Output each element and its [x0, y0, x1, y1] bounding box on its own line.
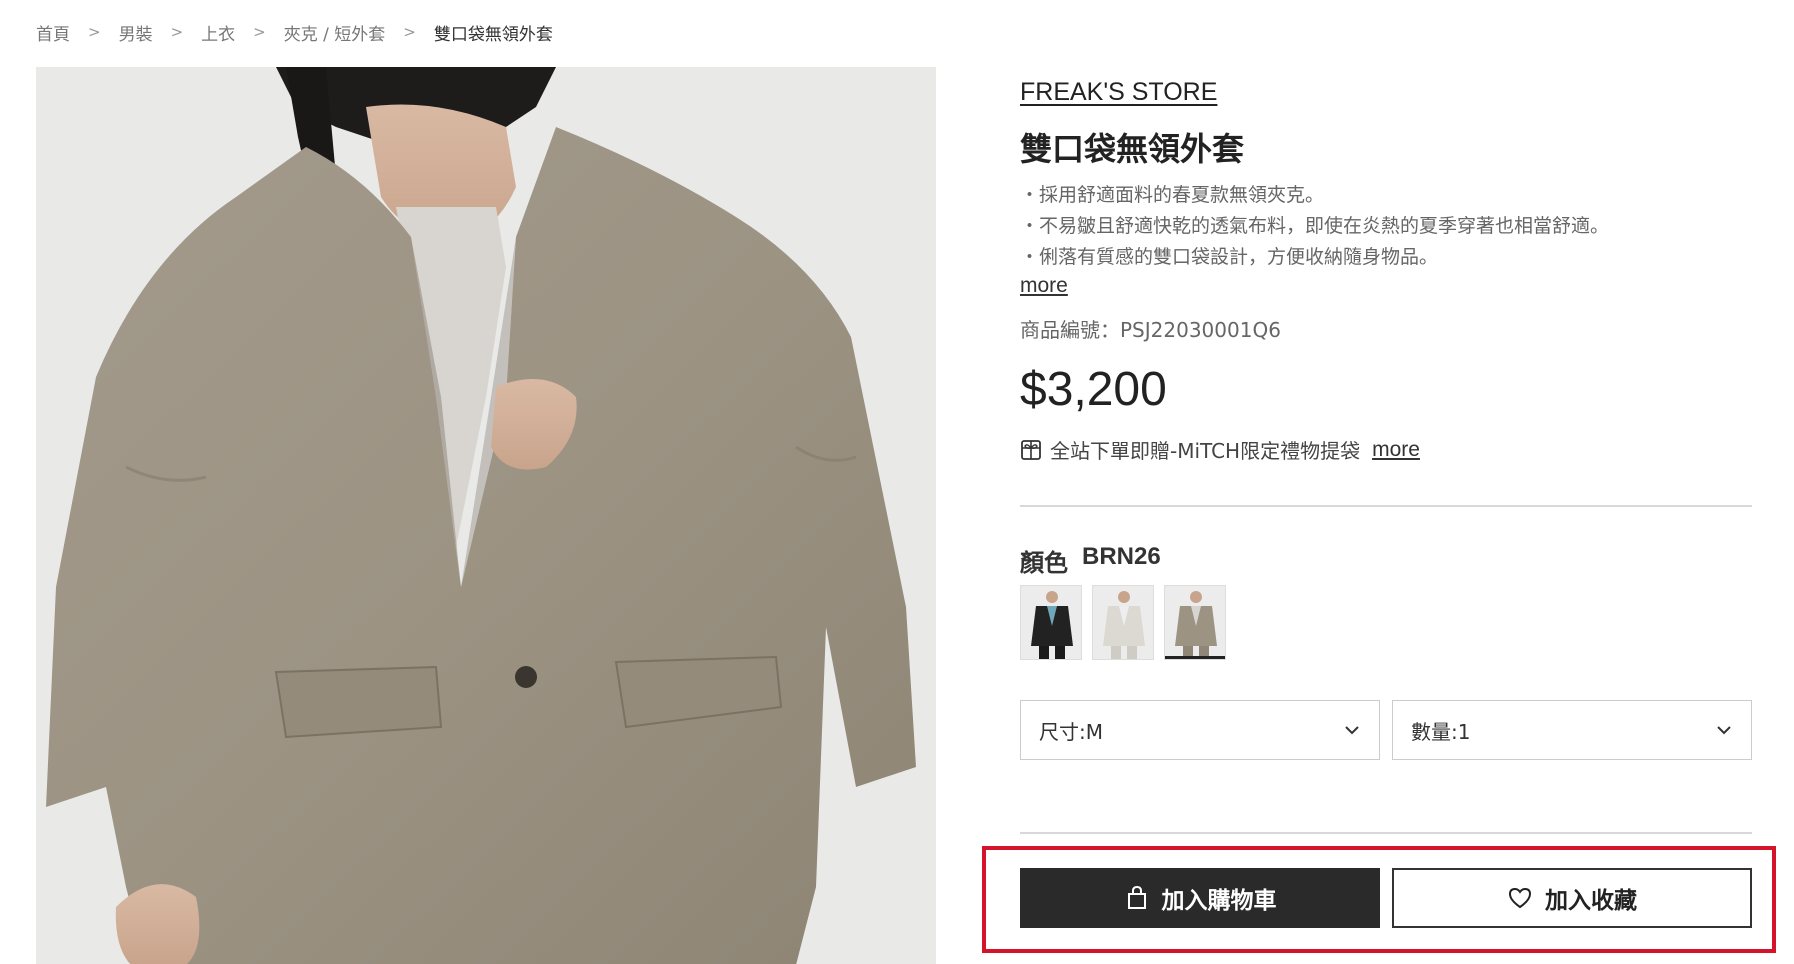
- quantity-select[interactable]: 數量:1: [1392, 700, 1752, 760]
- swatch-brown[interactable]: [1164, 585, 1226, 660]
- product-image[interactable]: [36, 67, 936, 964]
- description-more-link[interactable]: more: [1020, 274, 1068, 298]
- gift-icon: [1021, 439, 1041, 460]
- brand-link[interactable]: FREAK'S STORE: [1020, 78, 1217, 107]
- description-line: ・俐落有質感的雙口袋設計，方便收納隨身物品。: [1020, 246, 1439, 268]
- product-description: ・採用舒適面料的春夏款無領夾克。 ・不易皺且舒適快乾的透氣布料，即使在炎熱的夏季…: [1020, 180, 1609, 273]
- chevron-right-icon: >: [170, 23, 184, 41]
- breadcrumb-tops[interactable]: 上衣: [201, 20, 235, 45]
- chevron-right-icon: >: [88, 23, 101, 41]
- breadcrumb-home[interactable]: 首頁: [36, 20, 70, 45]
- chevron-right-icon: >: [403, 23, 416, 41]
- promo-more-link[interactable]: more: [1372, 438, 1420, 462]
- divider: [1020, 832, 1752, 834]
- swatch-white-thumbnail: [1093, 586, 1153, 659]
- size-select-value: 尺寸:M: [1039, 719, 1103, 744]
- color-swatches: [1020, 585, 1226, 660]
- action-buttons-highlight: [982, 846, 1776, 953]
- divider: [1020, 505, 1752, 507]
- swatch-black[interactable]: [1020, 585, 1082, 660]
- promo-text: 全站下單即贈-MiTCH限定禮物提袋: [1050, 439, 1361, 463]
- breadcrumb-mens[interactable]: 男裝: [119, 20, 153, 45]
- product-sku: 商品編號：PSJ22030001Q6: [1020, 318, 1281, 342]
- size-select[interactable]: 尺寸:M: [1020, 700, 1380, 760]
- breadcrumb: 首頁 > 男裝 > 上衣 > 夾克 / 短外套 > 雙口袋無領外套: [36, 18, 553, 46]
- swatch-brown-thumbnail: [1165, 586, 1225, 659]
- description-line: ・採用舒適面料的春夏款無領夾克。: [1020, 184, 1325, 206]
- product-title: 雙口袋無領外套: [1020, 130, 1245, 168]
- color-label: 顏色: [1020, 549, 1068, 577]
- color-value: BRN26: [1082, 543, 1161, 570]
- chevron-down-icon: [1717, 726, 1731, 735]
- swatch-black-thumbnail: [1021, 586, 1081, 659]
- breadcrumb-jackets[interactable]: 夾克 / 短外套: [284, 20, 386, 45]
- product-photo-illustration: [36, 67, 936, 964]
- chevron-right-icon: >: [253, 23, 266, 41]
- promo-row: 全站下單即贈-MiTCH限定禮物提袋 more: [1020, 435, 1420, 464]
- color-label-row: 顏色 BRN26: [1020, 543, 1161, 578]
- chevron-down-icon: [1345, 726, 1359, 735]
- product-price: $3,200: [1020, 363, 1167, 416]
- description-line: ・不易皺且舒適快乾的透氣布料，即使在炎熱的夏季穿著也相當舒適。: [1020, 215, 1610, 237]
- swatch-white[interactable]: [1092, 585, 1154, 660]
- breadcrumb-current: 雙口袋無領外套: [433, 24, 553, 45]
- quantity-select-value: 數量:1: [1411, 719, 1471, 744]
